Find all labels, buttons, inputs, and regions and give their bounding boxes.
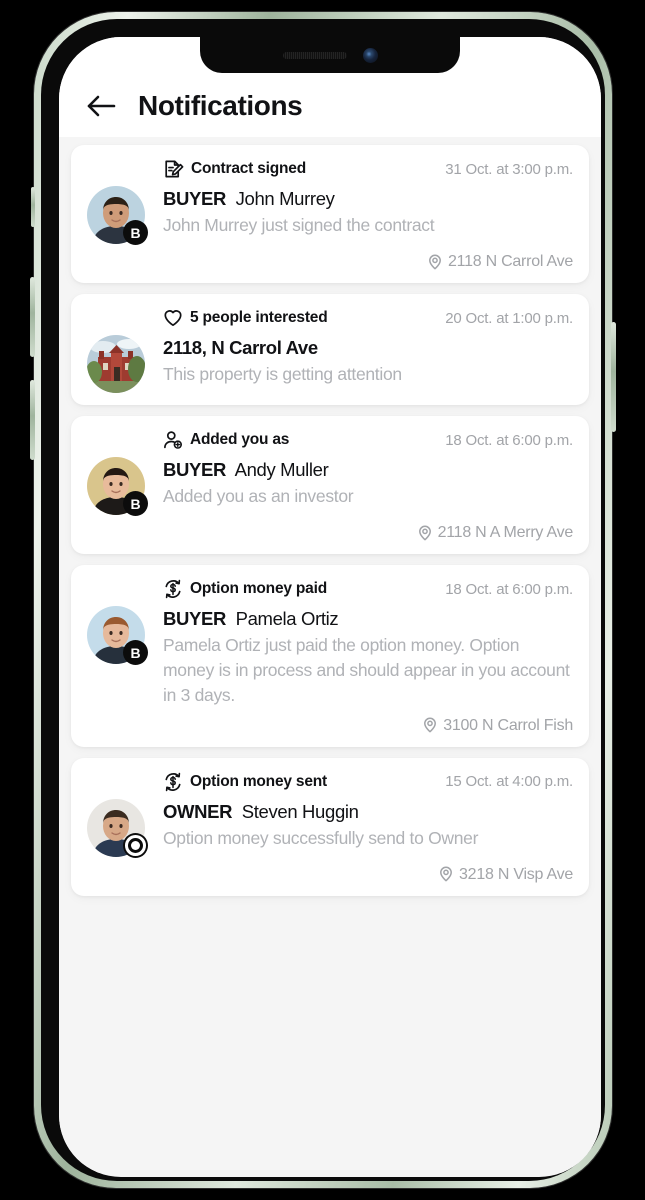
role-label: BUYER bbox=[163, 459, 227, 480]
heart-icon bbox=[164, 310, 182, 327]
notification-card[interactable]: Contract signed 31 Oct. at 3:00 p.m. B BUYE… bbox=[71, 145, 589, 283]
notification-header-row: Option money paid 18 Oct. at 6:00 p.m. bbox=[87, 579, 573, 599]
notification-type-label: Option money sent bbox=[190, 772, 327, 790]
notification-header-row: 5 people interested 20 Oct. at 1:00 p.m. bbox=[87, 308, 573, 328]
notification-name-line: 2118, N Carrol Ave bbox=[163, 337, 573, 359]
phone-device-frame: Notifications Contract signed 31 Oct. at … bbox=[30, 12, 616, 1188]
avatar[interactable]: B bbox=[87, 606, 148, 665]
device-bezel: Notifications Contract signed 31 Oct. at … bbox=[41, 19, 605, 1181]
notification-type: Contract signed bbox=[163, 159, 306, 179]
avatar-image bbox=[87, 335, 145, 393]
notification-time: 18 Oct. at 6:00 p.m. bbox=[445, 580, 573, 598]
notification-card[interactable]: Added you as 18 Oct. at 6:00 p.m. B BUYER A… bbox=[71, 416, 589, 554]
notification-type-label: 5 people interested bbox=[190, 309, 328, 326]
volume-down-button[interactable] bbox=[30, 380, 35, 460]
notification-name-line: BUYER Pamela Ortiz bbox=[163, 608, 573, 630]
role-label: BUYER bbox=[163, 608, 227, 629]
notification-message: Option money successfully send to Owner bbox=[163, 827, 479, 848]
money-transfer-icon bbox=[165, 579, 181, 599]
notification-header-row: Added you as 18 Oct. at 6:00 p.m. bbox=[87, 430, 573, 450]
role-badge-buyer: B bbox=[123, 220, 148, 245]
notification-type: 5 people interested bbox=[163, 308, 328, 328]
avatar[interactable]: B bbox=[87, 457, 148, 516]
role-label: BUYER bbox=[163, 188, 227, 209]
person-name: Steven Huggin bbox=[241, 800, 359, 822]
volume-up-button[interactable] bbox=[30, 277, 35, 357]
arrow-left-icon bbox=[87, 95, 116, 117]
map-pin-icon bbox=[418, 525, 431, 540]
phone-screen: Notifications Contract signed 31 Oct. at … bbox=[59, 37, 601, 1177]
notification-body: B BUYER Andy Muller Added you as an invest… bbox=[87, 457, 573, 516]
speaker-grille-icon bbox=[282, 51, 347, 59]
avatar[interactable] bbox=[87, 798, 148, 858]
notification-header-row: Contract signed 31 Oct. at 3:00 p.m. bbox=[87, 159, 573, 179]
notification-message: Pamela Ortiz just paid the option money.… bbox=[163, 635, 570, 705]
role-badge-owner bbox=[123, 832, 148, 858]
notification-text: 2118, N Carrol Ave This property is getti… bbox=[163, 335, 573, 387]
notification-body: B BUYER John Murrey John Murrey just signe… bbox=[87, 186, 573, 245]
notification-body: B BUYER Pamela Ortiz Pamela Ortiz just pai… bbox=[87, 606, 573, 708]
avatar[interactable]: B bbox=[87, 186, 148, 245]
notification-card[interactable]: Option money sent 15 Oct. at 4:00 p.m. OWN… bbox=[71, 757, 589, 896]
location-text: 3218 N Visp Ave bbox=[459, 865, 573, 883]
notification-type: Added you as bbox=[163, 430, 289, 450]
notification-name-line: BUYER John Murrey bbox=[163, 188, 573, 210]
money-transfer-icon bbox=[165, 772, 181, 791]
avatar[interactable] bbox=[87, 335, 145, 393]
notification-time: 15 Oct. at 4:00 p.m. bbox=[445, 773, 573, 791]
notification-message: John Murrey just signed the contract bbox=[163, 215, 435, 235]
person-name: Pamela Ortiz bbox=[235, 608, 339, 629]
notification-text: BUYER John Murrey John Murrey just signed… bbox=[163, 186, 573, 238]
notification-time: 31 Oct. at 3:00 p.m. bbox=[445, 160, 573, 178]
person-add-icon bbox=[164, 431, 182, 449]
notification-text: BUYER Pamela Ortiz Pamela Ortiz just paid… bbox=[163, 606, 573, 708]
notification-card[interactable]: 5 people interested 20 Oct. at 1:00 p.m. 2… bbox=[71, 294, 589, 405]
property-address-title: 2118, N Carrol Ave bbox=[163, 337, 318, 358]
role-badge-buyer: B bbox=[123, 640, 148, 665]
notification-time: 18 Oct. at 6:00 p.m. bbox=[445, 431, 573, 449]
front-camera-icon bbox=[362, 47, 378, 63]
notification-time: 20 Oct. at 1:00 p.m. bbox=[445, 309, 573, 327]
notification-text: OWNER Steven Huggin Option money successf… bbox=[163, 799, 573, 851]
map-pin-icon bbox=[424, 717, 437, 733]
device-notch bbox=[200, 37, 460, 73]
property-photo bbox=[87, 335, 145, 393]
notification-message: This property is getting attention bbox=[163, 364, 402, 384]
silent-switch[interactable] bbox=[31, 187, 35, 227]
map-pin-icon bbox=[440, 866, 452, 882]
notification-list[interactable]: Contract signed 31 Oct. at 3:00 p.m. B BUYE… bbox=[59, 137, 601, 1173]
location-text: 3100 N Carrol Fish bbox=[443, 716, 573, 734]
notification-name-line: BUYER Andy Muller bbox=[163, 459, 573, 481]
map-pin-icon bbox=[429, 254, 441, 269]
role-label: OWNER bbox=[163, 800, 233, 822]
notification-type: Option money paid bbox=[163, 579, 327, 599]
location-text: 2118 N A Merry Ave bbox=[437, 524, 574, 541]
notification-card[interactable]: Option money paid 18 Oct. at 6:00 p.m. B BU… bbox=[71, 565, 589, 747]
notification-location: 3100 N Carrol Fish bbox=[87, 717, 573, 735]
notification-location: 2118 N A Merry Ave bbox=[87, 524, 573, 542]
notification-header-row: Option money sent 15 Oct. at 4:00 p.m. bbox=[87, 772, 573, 792]
power-button[interactable] bbox=[611, 322, 616, 432]
notification-body: OWNER Steven Huggin Option money successf… bbox=[87, 798, 573, 858]
notification-type-label: Added you as bbox=[190, 431, 290, 448]
notification-body: 2118, N Carrol Ave This property is getti… bbox=[87, 335, 573, 393]
role-badge-buyer: B bbox=[123, 491, 148, 516]
page-title: Notifications bbox=[138, 90, 303, 121]
owner-badge-dot bbox=[131, 840, 140, 850]
notification-location: 3218 N Visp Ave bbox=[87, 866, 573, 884]
notification-type-label: Contract signed bbox=[191, 160, 306, 177]
notification-type: Option money sent bbox=[163, 772, 327, 792]
notification-name-line: OWNER Steven Huggin bbox=[163, 801, 573, 823]
notification-text: BUYER Andy Muller Added you as an investo… bbox=[163, 457, 573, 509]
location-text: 2118 N Carrol Ave bbox=[447, 253, 573, 270]
notification-type-label: Option money paid bbox=[190, 580, 327, 597]
back-button[interactable] bbox=[85, 89, 119, 123]
notification-message: Added you as an investor bbox=[163, 486, 354, 506]
contract-signed-icon bbox=[165, 160, 184, 178]
person-name: Andy Muller bbox=[234, 459, 329, 480]
notification-location: 2118 N Carrol Ave bbox=[87, 253, 573, 271]
person-name: John Murrey bbox=[235, 188, 335, 209]
